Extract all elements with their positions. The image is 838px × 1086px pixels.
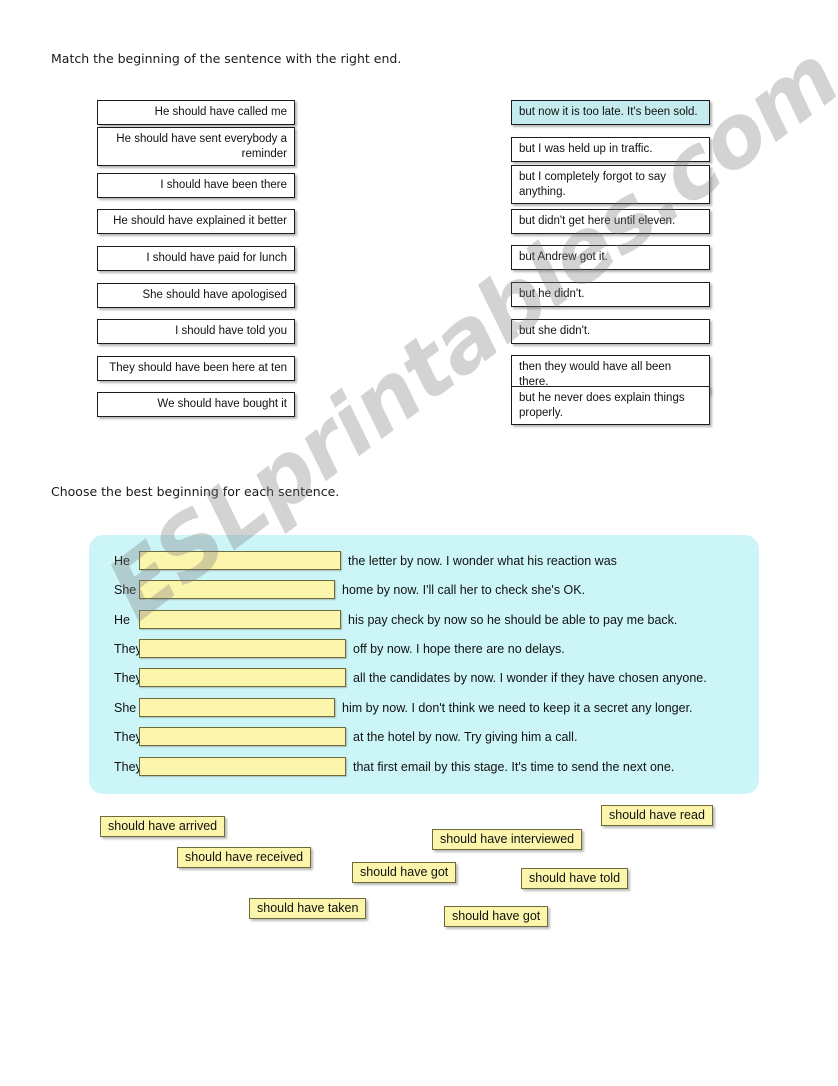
gapfill-input[interactable] [139, 610, 341, 629]
gapfill-input[interactable] [139, 757, 346, 776]
gapfill-input[interactable] [139, 580, 335, 599]
gapfill-input[interactable] [139, 698, 335, 717]
word-bank-tile[interactable]: should have interviewed [432, 829, 583, 850]
sentence-ending-box[interactable]: but I completely forgot to say anything. [511, 165, 710, 204]
gapfill-sentence-tail: home by now. I'll call her to check she'… [342, 582, 586, 597]
gapfill-row: They at the hotel by now. Try giving him … [89, 722, 759, 751]
sentence-ending-box[interactable]: but I was held up in traffic. [511, 137, 710, 162]
gapfill-input[interactable] [139, 551, 341, 570]
gapfill-pronoun: She [114, 582, 137, 597]
sentence-beginning-box[interactable]: She should have apologised [97, 283, 295, 308]
word-bank-tile[interactable]: should have read [601, 805, 713, 826]
sentence-ending-box[interactable]: but he didn't. [511, 282, 710, 307]
gapfill-sentence-tail: off by now. I hope there are no delays. [353, 641, 565, 656]
gapfill-sentence-tail: all the candidates by now. I wonder if t… [353, 670, 707, 685]
gapfill-row: They all the candidates by now. I wonder … [89, 663, 759, 692]
gapfill-row: She home by now. I'll call her to check s… [89, 575, 759, 604]
gapfill-sentence-tail: him by now. I don't think we need to kee… [342, 700, 693, 715]
instruction-choose-text: Choose the best beginning for each sente… [51, 484, 340, 499]
word-bank-tile[interactable]: should have taken [249, 898, 367, 919]
word-bank-tile[interactable]: should have arrived [100, 816, 226, 837]
gapfill-pronoun: They [114, 729, 142, 744]
gapfill-pronoun: They [114, 670, 142, 685]
gapfill-pronoun: They [114, 641, 142, 656]
sentence-beginning-box[interactable]: I should have told you [97, 319, 295, 344]
sentence-beginning-box[interactable]: He should have sent everybody a reminder [97, 127, 295, 166]
gapfill-row: He the letter by now. I wonder what his r… [89, 546, 759, 575]
sentence-beginning-box[interactable]: He should have explained it better [97, 209, 295, 234]
word-bank-tile[interactable]: should have told [521, 868, 629, 889]
word-bank-tile[interactable]: should have got [352, 862, 457, 883]
gapfill-input[interactable] [139, 639, 346, 658]
sentence-beginning-box[interactable]: They should have been here at ten [97, 356, 295, 381]
gapfill-pronoun: He [114, 612, 130, 627]
sentence-beginning-box[interactable]: I should have been there [97, 173, 295, 198]
matching-exercise: He should have called me He should have s… [0, 0, 838, 470]
gapfill-input[interactable] [139, 727, 346, 746]
sentence-beginning-box[interactable]: He should have called me [97, 100, 295, 125]
gapfill-row: He his pay check by now so he should be a… [89, 605, 759, 634]
gapfill-sentence-tail: the letter by now. I wonder what his rea… [348, 553, 617, 568]
gapfill-input[interactable] [139, 668, 346, 687]
sentence-ending-box[interactable]: but he never does explain things properl… [511, 386, 710, 425]
gapfill-row: They off by now. I hope there are no dela… [89, 634, 759, 663]
sentence-beginning-box[interactable]: We should have bought it [97, 392, 295, 417]
gapfill-exercise-panel: He the letter by now. I wonder what his r… [89, 535, 759, 794]
word-bank-tile[interactable]: should have got [444, 906, 549, 927]
sentence-ending-box[interactable]: but now it is too late. It's been sold. [511, 100, 710, 125]
gapfill-sentence-tail: his pay check by now so he should be abl… [348, 612, 678, 627]
gapfill-pronoun: He [114, 553, 130, 568]
gapfill-pronoun: She [114, 700, 137, 715]
sentence-ending-box[interactable]: but didn't get here until eleven. [511, 209, 710, 234]
gapfill-row: She him by now. I don't think we need to … [89, 693, 759, 722]
gapfill-sentence-tail: at the hotel by now. Try giving him a ca… [353, 729, 578, 744]
word-bank-tile[interactable]: should have received [177, 847, 312, 868]
gapfill-pronoun: They [114, 759, 142, 774]
sentence-beginning-box[interactable]: I should have paid for lunch [97, 246, 295, 271]
sentence-ending-box[interactable]: but Andrew got it. [511, 245, 710, 270]
gapfill-sentence-tail: that first email by this stage. It's tim… [353, 759, 675, 774]
gapfill-row: They that first email by this stage. It's… [89, 752, 759, 781]
sentence-ending-box[interactable]: but she didn't. [511, 319, 710, 344]
